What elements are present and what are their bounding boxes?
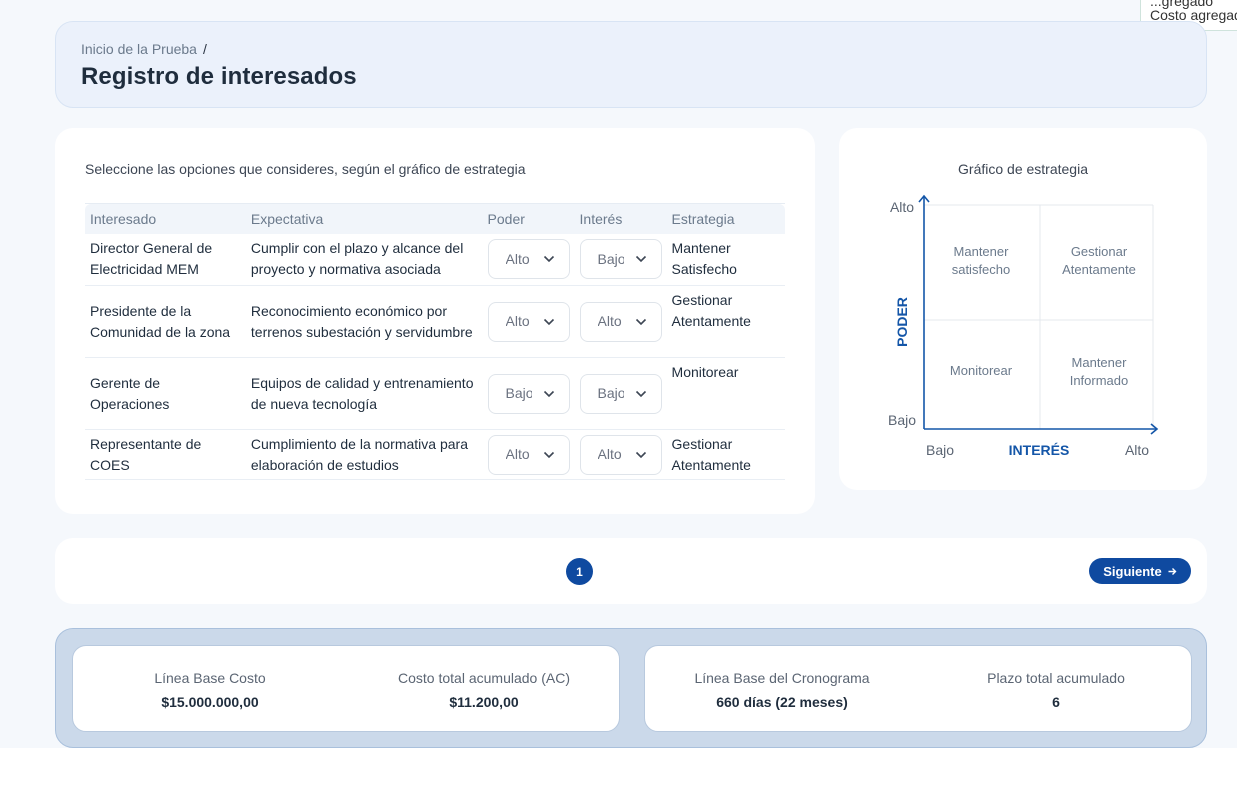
x-axis-low-label: Bajo <box>926 442 954 458</box>
quadrant-bottom-right-line1: Mantener <box>1072 355 1128 370</box>
quadrant-top-right-line2: Atentamente <box>1062 262 1136 277</box>
schedule-baseline-metric: Línea Base del Cronograma 660 días (22 m… <box>645 670 919 710</box>
stakeholder-card: Seleccione las opciones que consideres, … <box>55 128 815 514</box>
interes-select[interactable]: Bajo <box>579 373 662 414</box>
quadrant-bottom-left-line1: Monitorear <box>950 363 1013 378</box>
actual-cost-value: $11.200,00 <box>449 694 519 710</box>
poder-select-value: Alto <box>505 250 530 267</box>
term-value: 6 <box>1052 694 1060 710</box>
actual-cost-metric: Costo total acumulado (AC) $11.200,00 <box>347 670 621 710</box>
poder-select[interactable]: Bajo <box>487 373 570 414</box>
cost-summary-box: Línea Base Costo $15.000.000,00 Costo to… <box>72 645 620 732</box>
chevron-down-icon <box>543 256 554 263</box>
cell-interes: Alto <box>574 429 667 480</box>
cell-interesado: Representante de COES <box>85 429 246 480</box>
next-button-label: Siguiente <box>1103 563 1162 579</box>
cost-baseline-value: $15.000.000,00 <box>161 694 259 710</box>
cell-poder: Alto <box>482 285 575 358</box>
cell-poder: Alto <box>482 233 575 286</box>
quadrant-bottom-right-line2: Informado <box>1070 373 1129 388</box>
cell-estrategia: Gestionar Atentamente <box>666 429 785 480</box>
term-metric: Plazo total acumulado 6 <box>919 670 1193 710</box>
poder-select-value: Alto <box>505 313 530 329</box>
cell-expectativa: Reconocimiento económico por terrenos su… <box>245 285 483 358</box>
stakeholder-table: Interesado Expectativa Poder Interés Est… <box>85 203 785 480</box>
poder-select[interactable]: Alto <box>487 239 570 280</box>
cell-poder: Alto <box>482 429 575 480</box>
chevron-down-icon <box>543 451 554 458</box>
table-row: Gerente de Operaciones Equipos de calida… <box>85 357 785 430</box>
cell-interes: Bajo <box>574 233 667 286</box>
schedule-baseline-value: 660 días (22 meses) <box>716 694 848 710</box>
table-header-row: Interesado Expectativa Poder Interés Est… <box>85 203 785 234</box>
quadrant-top-left-line2: satisfecho <box>952 262 1011 277</box>
cost-baseline-metric: Línea Base Costo $15.000.000,00 <box>73 670 347 710</box>
page-footer-area <box>0 748 1237 794</box>
cell-expectativa: Cumplir con el plazo y alcance del proye… <box>245 233 483 286</box>
cell-expectativa: Cumplimiento de la normativa para elabor… <box>245 429 483 480</box>
column-header-poder: Poder <box>482 203 575 234</box>
chevron-down-icon <box>635 256 646 263</box>
cell-interes: Alto <box>574 285 667 358</box>
interes-select-value: Alto <box>597 313 622 329</box>
chevron-down-icon <box>635 390 646 397</box>
table-row: Representante de COES Cumplimiento de la… <box>85 429 785 480</box>
cell-poder: Bajo <box>482 357 575 430</box>
poder-select-value: Bajo <box>505 385 532 401</box>
x-axis-high-label: Alto <box>1125 442 1149 458</box>
breadcrumb-separator: / <box>202 41 207 57</box>
cell-estrategia: Mantener Satisfecho <box>666 233 785 286</box>
actual-cost-label: Costo total acumulado (AC) <box>398 670 570 686</box>
term-label: Plazo total acumulado <box>987 670 1125 686</box>
column-header-estrategia: Estrategia <box>666 203 785 234</box>
cost-baseline-label: Línea Base Costo <box>154 670 266 686</box>
cell-interesado: Gerente de Operaciones <box>85 357 246 430</box>
table-row: Director General de Electricidad MEM Cum… <box>85 233 785 286</box>
column-header-expectativa: Expectativa <box>245 203 483 234</box>
cell-expectativa: Equipos de calidad y entrenamiento de nu… <box>245 357 483 430</box>
strategy-chart: Alto Bajo Bajo Alto INTERÉS PODER Manten… <box>888 194 1159 458</box>
column-header-interesado: Interesado <box>85 203 246 234</box>
poder-select[interactable]: Alto <box>487 434 570 475</box>
cell-estrategia: Gestionar Atentamente <box>666 285 785 358</box>
interes-select[interactable]: Alto <box>579 434 662 475</box>
summary-panel: Línea Base Costo $15.000.000,00 Costo to… <box>55 628 1207 748</box>
pagination-bar: 1 Siguiente <box>55 538 1207 604</box>
arrow-right-icon <box>1168 567 1177 575</box>
chevron-down-icon <box>635 318 646 325</box>
table-row: Presidente de la Comunidad de la zona Re… <box>85 285 785 358</box>
cell-interes: Bajo <box>574 357 667 430</box>
page-number-button[interactable]: 1 <box>566 558 593 585</box>
breadcrumb: Inicio de la Prueba / <box>81 41 207 57</box>
schedule-summary-box: Línea Base del Cronograma 660 días (22 m… <box>644 645 1192 732</box>
y-axis-high-label: Alto <box>890 199 914 215</box>
quadrant-top-right-line1: Gestionar <box>1071 244 1128 259</box>
interes-select[interactable]: Bajo <box>579 239 662 280</box>
cell-interesado: Presidente de la Comunidad de la zona <box>85 285 246 358</box>
chevron-down-icon <box>635 451 646 458</box>
strategy-chart-card: Gráfico de estrategia Alto Bajo Bajo Alt… <box>839 128 1207 490</box>
y-axis-title: PODER <box>894 297 910 347</box>
x-axis-title: INTERÉS <box>1009 442 1070 458</box>
page-header: Inicio de la Prueba / Registro de interes… <box>55 21 1207 108</box>
schedule-baseline-label: Línea Base del Cronograma <box>694 670 870 686</box>
poder-select-value: Alto <box>505 446 530 462</box>
instructions-text: Seleccione las opciones que consideres, … <box>85 161 526 177</box>
page-title: Registro de interesados <box>81 63 357 90</box>
quadrant-top-left-line1: Mantener <box>954 244 1010 259</box>
next-button[interactable]: Siguiente <box>1089 558 1191 584</box>
breadcrumb-home-link[interactable]: Inicio de la Prueba <box>81 41 197 57</box>
cell-interesado: Director General de Electricidad MEM <box>85 233 246 286</box>
cell-estrategia: Monitorear <box>666 357 785 430</box>
chevron-down-icon <box>543 318 554 325</box>
chevron-down-icon <box>543 390 554 397</box>
interes-select-value: Bajo <box>597 250 624 267</box>
interes-select-value: Alto <box>597 446 622 462</box>
interes-select-value: Bajo <box>597 385 624 401</box>
poder-select[interactable]: Alto <box>487 301 570 342</box>
column-header-interes: Interés <box>574 203 667 234</box>
interes-select[interactable]: Alto <box>579 301 662 342</box>
y-axis-low-label: Bajo <box>888 412 916 428</box>
